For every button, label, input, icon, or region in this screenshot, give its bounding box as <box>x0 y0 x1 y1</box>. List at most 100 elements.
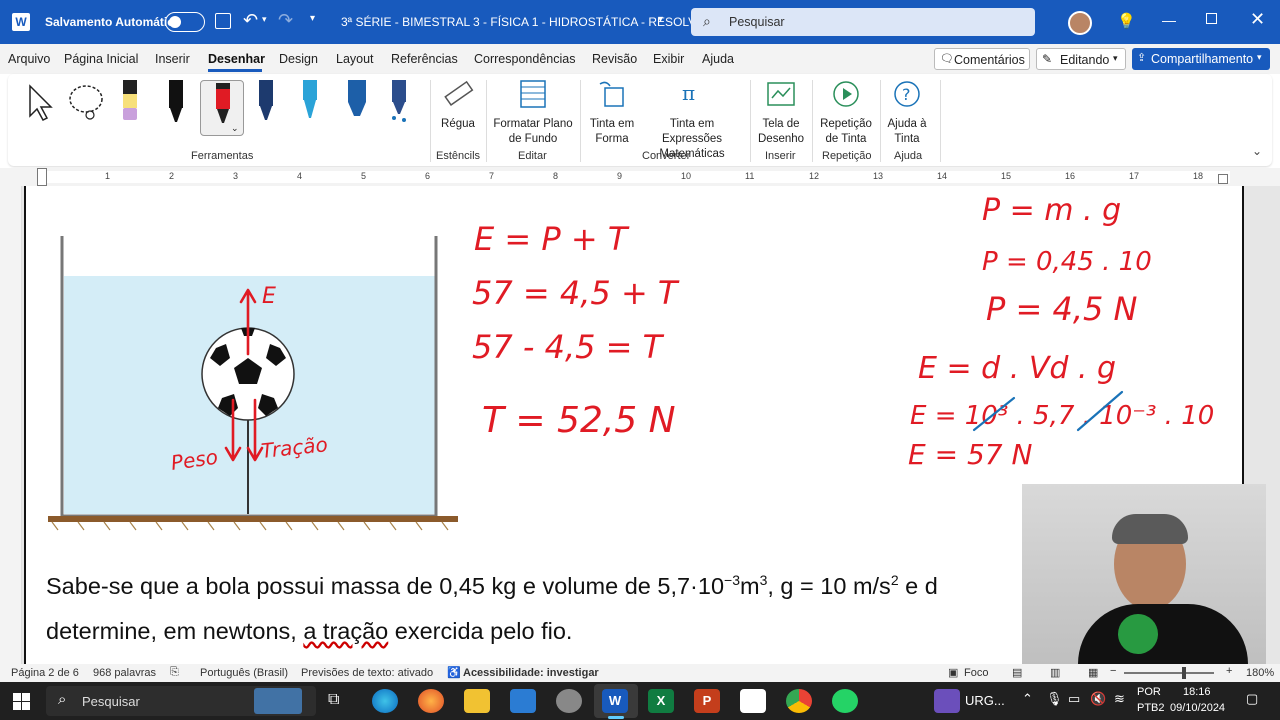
webcam-overlay <box>1022 484 1266 664</box>
menu-revisao[interactable]: Revisão <box>592 52 637 66</box>
comments-button[interactable]: 🗨 Comentários <box>934 48 1030 70</box>
search-box[interactable]: ⌕ Pesquisar <box>691 8 1035 36</box>
autosave-toggle[interactable] <box>165 12 205 32</box>
question-line-2: determine, em newtons, a tração exercida… <box>46 618 572 645</box>
edge-icon[interactable] <box>372 689 398 713</box>
close-icon[interactable]: ✕ <box>1250 9 1265 30</box>
svg-text:?: ? <box>902 85 911 104</box>
collapse-ribbon-icon[interactable]: ⌄ <box>1252 144 1262 158</box>
read-mode-icon[interactable]: ▤ <box>1012 666 1022 679</box>
accessibility-icon[interactable]: ♿ <box>447 666 461 679</box>
lightbulb-icon[interactable]: 💡 <box>1117 12 1136 30</box>
effect-pen-icon[interactable] <box>388 80 412 124</box>
word-count[interactable]: 968 palavras <box>93 667 156 679</box>
title-chevron-icon[interactable]: ▾ <box>658 14 663 25</box>
notifications-icon[interactable]: ▢ <box>1246 691 1258 707</box>
whatsapp-icon[interactable] <box>832 689 858 713</box>
highlighter-blue-icon[interactable] <box>342 80 372 124</box>
menu-arquivo[interactable]: Arquivo <box>8 52 50 66</box>
firefox-icon[interactable] <box>418 689 444 713</box>
accessibility-status[interactable]: Acessibilidade: investigar <box>463 667 599 679</box>
ruler-button[interactable]: Régua <box>438 78 478 132</box>
divider <box>486 80 487 162</box>
task-view-icon[interactable]: ⧉ <box>328 691 339 709</box>
menu-layout[interactable]: Layout <box>336 52 374 66</box>
word-icon[interactable]: W <box>602 689 628 713</box>
ink-replay-button[interactable]: Repetição de Tinta <box>818 78 874 147</box>
indent-marker[interactable] <box>37 168 47 186</box>
language-primary[interactable]: POR <box>1137 686 1161 698</box>
wifi-icon[interactable]: ≋ <box>1114 691 1125 707</box>
web-layout-icon[interactable]: ▦ <box>1088 666 1098 679</box>
zoom-level[interactable]: 180% <box>1246 667 1274 679</box>
menu-ajuda[interactable]: Ajuda <box>702 52 734 66</box>
menu-correspondencias[interactable]: Correspondências <box>474 52 575 66</box>
format-background-button[interactable]: Formatar Plano de Fundo <box>493 78 573 147</box>
network-icon[interactable]: ▭ <box>1068 691 1080 707</box>
pen-red-selected[interactable]: ⌄ <box>200 80 244 136</box>
zoom-out-icon[interactable]: − <box>1110 665 1116 677</box>
excel-icon[interactable]: X <box>648 689 674 713</box>
highlighter-yellow-icon[interactable] <box>120 80 140 124</box>
clock-date[interactable]: 09/10/2024 <box>1170 702 1225 714</box>
focus-icon[interactable]: ▣ <box>948 666 958 679</box>
webcam-shirt-logo <box>1118 614 1158 654</box>
menu-referencias[interactable]: Referências <box>391 52 458 66</box>
app-icon[interactable] <box>556 689 582 713</box>
menu-pagina-inicial[interactable]: Página Inicial <box>64 52 138 66</box>
lasso-select-icon[interactable] <box>66 82 110 122</box>
menu-design[interactable]: Design <box>279 52 318 66</box>
ink-to-math-icon: π <box>682 81 695 105</box>
text-predictions[interactable]: Previsões de texto: ativado <box>301 667 433 679</box>
zoom-slider[interactable] <box>1124 672 1214 674</box>
undo-icon[interactable]: ↶ <box>243 10 258 31</box>
right-indent-marker[interactable] <box>1218 174 1228 184</box>
menu-inserir[interactable]: Inserir <box>155 52 190 66</box>
menu-desenhar[interactable]: Desenhar <box>208 52 265 66</box>
drawing-canvas-icon <box>767 82 795 106</box>
clock-time[interactable]: 18:16 <box>1183 686 1211 698</box>
language[interactable]: Português (Brasil) <box>200 667 288 679</box>
select-arrow-icon[interactable] <box>26 82 56 122</box>
editing-button[interactable]: ✎ Editando ▾ <box>1036 48 1126 70</box>
mic-icon[interactable]: 🎙 <box>1046 691 1063 707</box>
ruler-tick-label: 10 <box>681 171 692 181</box>
pen-black-icon[interactable] <box>166 80 186 124</box>
powerpoint-icon[interactable]: P <box>694 689 720 713</box>
page-count[interactable]: Página 2 de 6 <box>11 667 79 679</box>
language-secondary[interactable]: PTB2 <box>1137 702 1165 714</box>
tray-chevron-icon[interactable]: ⌃ <box>1022 691 1033 707</box>
windows-start-icon[interactable] <box>13 693 30 710</box>
proofing-icon[interactable]: ⎘ <box>170 666 179 679</box>
undo-dropdown-icon[interactable]: ▾ <box>262 14 267 25</box>
pen-options-chevron-icon[interactable]: ⌄ <box>231 123 239 134</box>
app-urg-label[interactable]: URG... <box>965 693 1005 708</box>
taskbar-search[interactable]: ⌕ Pesquisar <box>46 686 316 716</box>
zoom-in-icon[interactable]: + <box>1226 665 1232 677</box>
volume-mute-icon[interactable]: 🔇 <box>1090 691 1106 707</box>
redo-icon[interactable]: ↷ <box>278 10 293 31</box>
chrome-icon[interactable] <box>786 689 812 713</box>
avatar[interactable] <box>1068 11 1092 35</box>
ink-to-shape-button[interactable]: Tinta em Forma <box>586 78 638 147</box>
customize-icon[interactable]: ▾ <box>310 13 315 24</box>
whiteboard-icon[interactable] <box>740 689 766 713</box>
zoom-slider-thumb[interactable] <box>1182 667 1186 679</box>
file-explorer-icon[interactable] <box>464 689 490 713</box>
spelling-underlined-text[interactable]: a tração <box>303 618 388 644</box>
drawing-canvas-button[interactable]: Tela de Desenho <box>758 78 804 147</box>
horizontal-ruler[interactable]: 1 2 3 4 5 6 7 8 9 10 11 12 13 14 15 16 17 18 <box>0 168 1280 186</box>
share-button[interactable]: ⇪ Compartilhamento ▾ <box>1132 48 1270 70</box>
pen-blue-icon[interactable] <box>256 80 276 124</box>
app-urg-icon[interactable] <box>934 689 960 713</box>
maximize-icon[interactable] <box>1206 13 1217 24</box>
taskbar: ⌕ Pesquisar ⧉ W X P URG... ⌃ 🎙 ▭ 🔇 ≋ POR… <box>0 682 1280 720</box>
ink-help-button[interactable]: ? Ajuda à Tinta <box>884 78 930 147</box>
print-layout-icon[interactable]: ▥ <box>1050 666 1060 679</box>
focus-label[interactable]: Foco <box>964 667 988 679</box>
pencil-blue-icon[interactable] <box>300 80 320 124</box>
menu-exibir[interactable]: Exibir <box>653 52 684 66</box>
minimize-icon[interactable]: — <box>1162 12 1176 28</box>
save-icon[interactable] <box>215 13 231 29</box>
photos-icon[interactable] <box>510 689 536 713</box>
